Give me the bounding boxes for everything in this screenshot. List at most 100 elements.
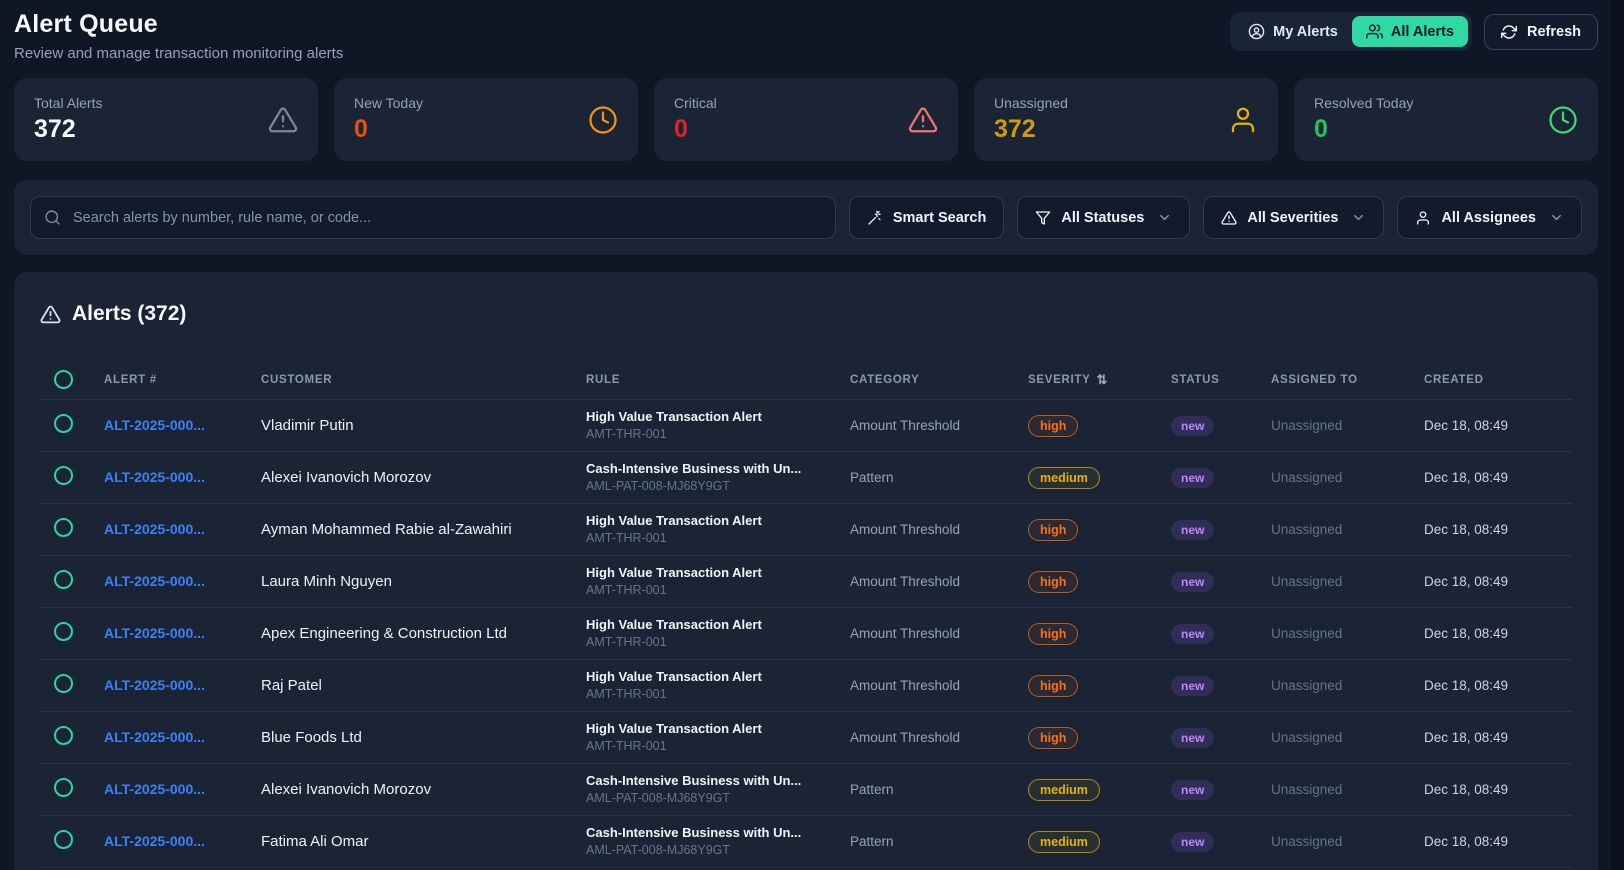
created-date: Dec 18, 08:49	[1414, 470, 1572, 485]
category-value: Amount Threshold	[840, 730, 1018, 745]
assignee-filter-dropdown[interactable]: All Assignees	[1397, 196, 1582, 239]
rule-cell: High Value Transaction Alert AMT-THR-001	[576, 720, 840, 754]
status-badge: new	[1171, 468, 1214, 488]
category-value: Amount Threshold	[840, 522, 1018, 537]
alert-number-link[interactable]: ALT-2025-000...	[104, 833, 205, 849]
refresh-button[interactable]: Refresh	[1484, 14, 1598, 50]
customer-name: Alexei Ivanovich Morozov	[251, 781, 576, 798]
scrollbar-track[interactable]	[1611, 0, 1624, 870]
status-badge: new	[1171, 728, 1214, 748]
stat-value: 0	[674, 115, 717, 144]
clock-icon	[1548, 105, 1578, 135]
select-all-cell	[40, 370, 94, 389]
column-header-severity[interactable]: SEVERITY ⇅	[1018, 372, 1161, 388]
my-alerts-button[interactable]: My Alerts	[1234, 16, 1352, 47]
select-all-checkbox[interactable]	[54, 370, 73, 389]
rule-code: AML-PAT-008-MJ68Y9GT	[586, 790, 840, 807]
alert-number-link[interactable]: ALT-2025-000...	[104, 573, 205, 589]
rule-cell: High Value Transaction Alert AMT-THR-001	[576, 616, 840, 650]
row-checkbox[interactable]	[54, 778, 73, 797]
alert-number-link[interactable]: ALT-2025-000...	[104, 677, 205, 693]
column-header-rule: RULE	[576, 374, 840, 386]
stat-label: Total Alerts	[34, 95, 102, 111]
alert-number-link[interactable]: ALT-2025-000...	[104, 469, 205, 485]
table-header-row: ALERT # CUSTOMER RULE CATEGORY SEVERITY …	[40, 360, 1572, 400]
created-date: Dec 18, 08:49	[1414, 730, 1572, 745]
search-field-wrap	[30, 196, 836, 239]
severity-badge: high	[1028, 519, 1078, 541]
severity-badge: medium	[1028, 467, 1100, 489]
stat-label: Critical	[674, 95, 717, 111]
row-checkbox[interactable]	[54, 570, 73, 589]
column-header-category: CATEGORY	[840, 374, 1018, 386]
customer-name: Laura Minh Nguyen	[251, 573, 576, 590]
severity-badge: medium	[1028, 831, 1100, 853]
severity-filter-dropdown[interactable]: All Severities	[1203, 196, 1384, 239]
stat-card-total-alerts: Total Alerts 372	[14, 78, 318, 161]
alert-number-link[interactable]: ALT-2025-000...	[104, 521, 205, 537]
created-date: Dec 18, 08:49	[1414, 522, 1572, 537]
stats-row: Total Alerts 372 New Today 0 Critical 0	[14, 78, 1598, 161]
rule-code: AMT-THR-001	[586, 738, 840, 755]
column-header-customer: CUSTOMER	[251, 374, 576, 386]
rule-code: AML-PAT-008-MJ68Y9GT	[586, 842, 840, 859]
status-filter-dropdown[interactable]: All Statuses	[1017, 196, 1190, 239]
row-checkbox[interactable]	[54, 674, 73, 693]
table-row[interactable]: ALT-2025-000... Alexei Ivanovich Morozov…	[40, 452, 1572, 504]
stat-value: 0	[354, 115, 423, 144]
table-row[interactable]: ALT-2025-000... Apex Engineering & Const…	[40, 608, 1572, 660]
row-checkbox[interactable]	[54, 518, 73, 537]
alert-triangle-icon	[40, 304, 61, 325]
rule-name: High Value Transaction Alert	[586, 408, 840, 426]
stat-label: Resolved Today	[1314, 95, 1413, 111]
chevron-down-icon	[1157, 210, 1172, 225]
table-row[interactable]: ALT-2025-000... Alexei Ivanovich Morozov…	[40, 764, 1572, 816]
row-checkbox[interactable]	[54, 726, 73, 745]
alert-number-link[interactable]: ALT-2025-000...	[104, 729, 205, 745]
table-row[interactable]: ALT-2025-000... Ayman Mohammed Rabie al-…	[40, 504, 1572, 556]
severity-badge: high	[1028, 623, 1078, 645]
smart-search-button[interactable]: Smart Search	[849, 196, 1005, 239]
rule-name: Cash-Intensive Business with Un...	[586, 772, 840, 790]
user-icon	[1228, 105, 1258, 135]
rule-cell: Cash-Intensive Business with Un... AML-P…	[576, 824, 840, 858]
category-value: Amount Threshold	[840, 678, 1018, 693]
severity-badge: high	[1028, 727, 1078, 749]
alert-triangle-icon	[268, 105, 298, 135]
smart-search-label: Smart Search	[893, 210, 987, 226]
search-input[interactable]	[30, 196, 836, 239]
category-value: Amount Threshold	[840, 574, 1018, 589]
page-title: Alert Queue	[14, 10, 343, 39]
severity-badge: medium	[1028, 779, 1100, 801]
row-checkbox[interactable]	[54, 830, 73, 849]
rule-cell: High Value Transaction Alert AMT-THR-001	[576, 564, 840, 598]
clock-icon	[588, 105, 618, 135]
column-header-assigned: ASSIGNED TO	[1261, 374, 1414, 386]
alert-number-link[interactable]: ALT-2025-000...	[104, 417, 205, 433]
status-badge: new	[1171, 832, 1214, 852]
assigned-to-value: Unassigned	[1261, 730, 1414, 745]
stat-value: 372	[34, 115, 102, 144]
table-row[interactable]: ALT-2025-000... Laura Minh Nguyen High V…	[40, 556, 1572, 608]
column-header-alert: ALERT #	[94, 374, 251, 386]
assigned-to-value: Unassigned	[1261, 834, 1414, 849]
alert-number-link[interactable]: ALT-2025-000...	[104, 625, 205, 641]
users-icon	[1366, 23, 1383, 40]
table-row[interactable]: ALT-2025-000... Raj Patel High Value Tra…	[40, 660, 1572, 712]
header-controls: My Alerts All Alerts Refresh	[1230, 12, 1598, 51]
created-date: Dec 18, 08:49	[1414, 626, 1572, 641]
table-row[interactable]: ALT-2025-000... Vladimir Putin High Valu…	[40, 400, 1572, 452]
severity-filter-label: All Severities	[1247, 210, 1338, 226]
rule-cell: High Value Transaction Alert AMT-THR-001	[576, 668, 840, 702]
alert-number-link[interactable]: ALT-2025-000...	[104, 781, 205, 797]
table-row[interactable]: ALT-2025-000... Fatima Ali Omar Cash-Int…	[40, 816, 1572, 868]
row-checkbox[interactable]	[54, 414, 73, 433]
created-date: Dec 18, 08:49	[1414, 678, 1572, 693]
status-badge: new	[1171, 416, 1214, 436]
row-checkbox[interactable]	[54, 466, 73, 485]
category-value: Pattern	[840, 834, 1018, 849]
all-alerts-button[interactable]: All Alerts	[1352, 16, 1468, 47]
table-row[interactable]: ALT-2025-000... Blue Foods Ltd High Valu…	[40, 712, 1572, 764]
rule-name: Cash-Intensive Business with Un...	[586, 824, 840, 842]
row-checkbox[interactable]	[54, 622, 73, 641]
